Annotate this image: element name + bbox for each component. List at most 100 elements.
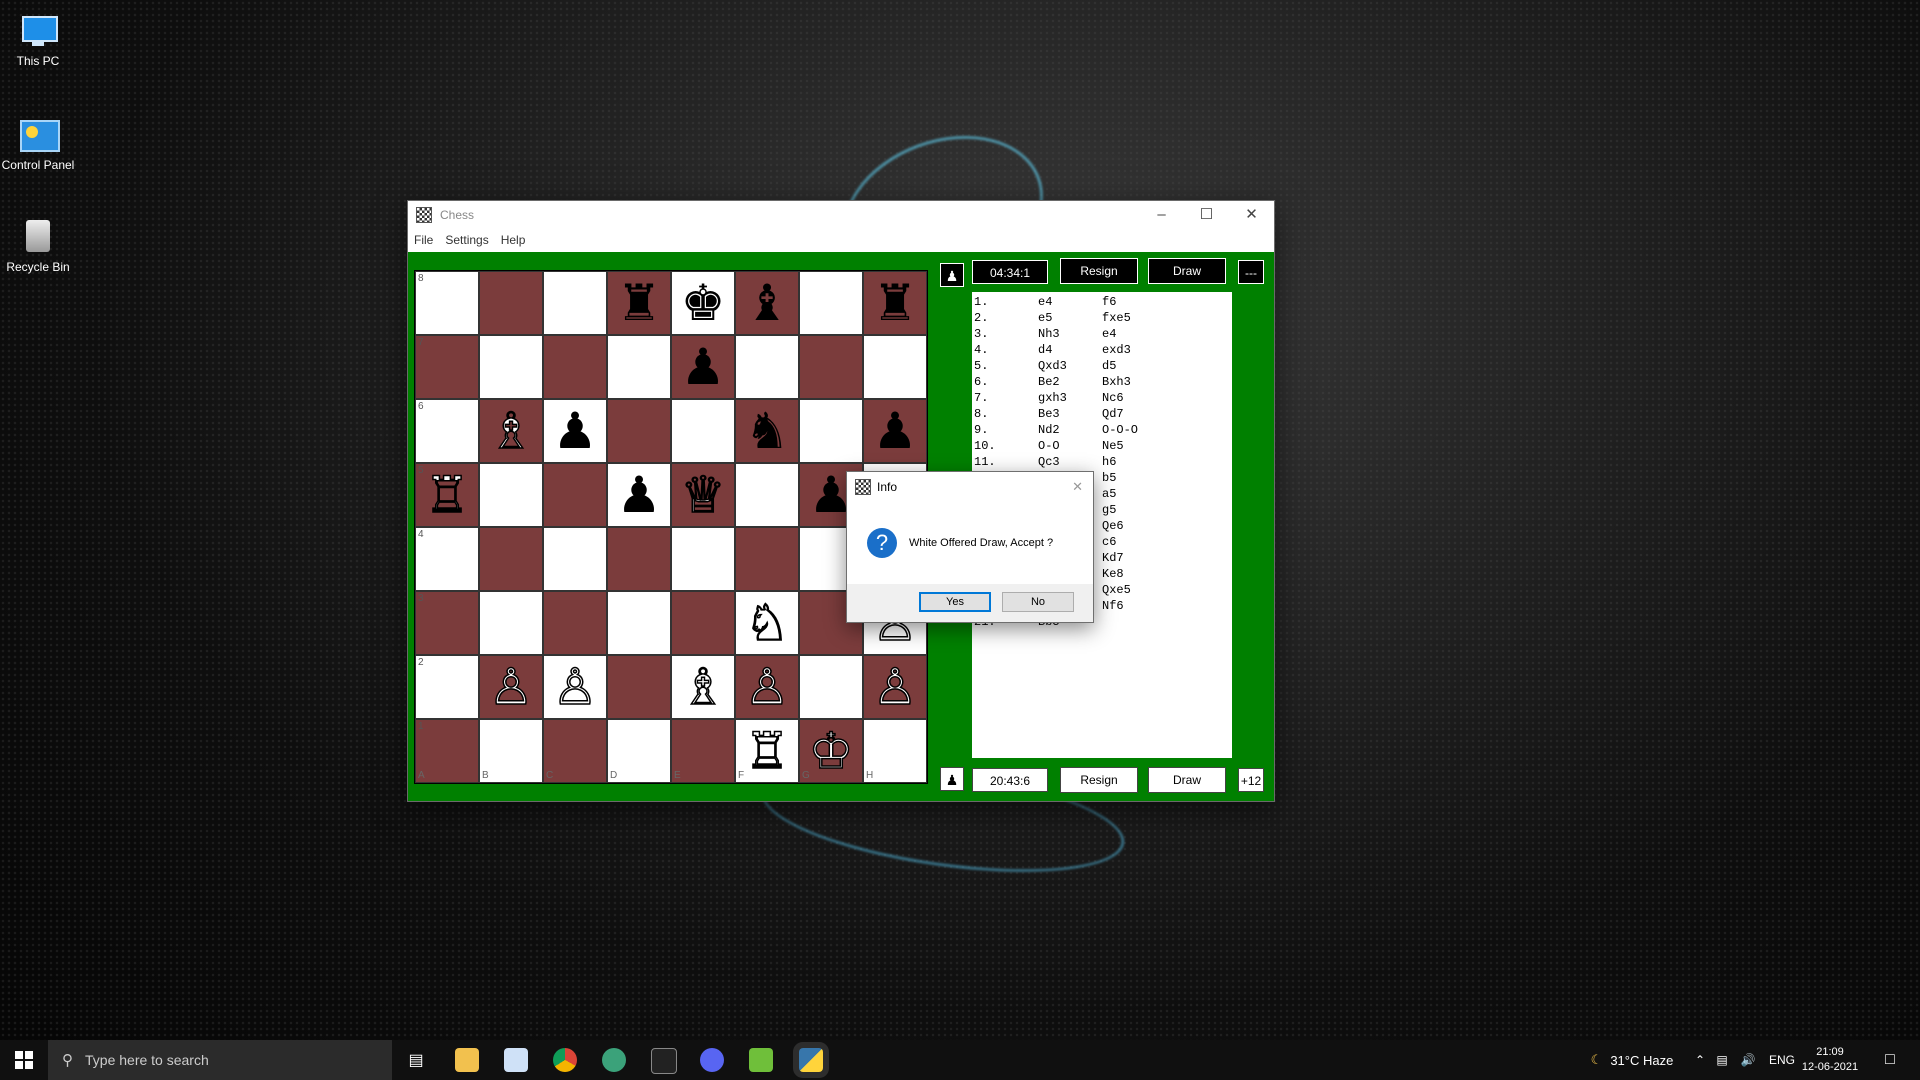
board-square[interactable] (543, 271, 607, 335)
weather-widget[interactable]: ☾ 31°C Haze (1580, 1040, 1684, 1080)
chess-piece[interactable]: ♙ (488, 658, 534, 716)
taskbar-search[interactable]: ⚲ Type here to search (48, 1040, 392, 1080)
board-square[interactable]: ♗ (671, 655, 735, 719)
chess-piece[interactable]: ♕ (680, 466, 726, 524)
board-square[interactable] (543, 463, 607, 527)
chess-piece[interactable]: ♜ (873, 275, 918, 331)
board-square[interactable] (799, 399, 863, 463)
chess-piece[interactable]: ♙ (744, 658, 790, 716)
board-square[interactable]: ♜ (863, 271, 927, 335)
board-square[interactable]: 8 (415, 271, 479, 335)
board-square[interactable]: ♙ (543, 655, 607, 719)
discord-icon[interactable] (700, 1048, 724, 1072)
notepad-icon[interactable] (504, 1048, 528, 1072)
bottom-resign-button[interactable]: Resign (1060, 767, 1138, 793)
board-square[interactable]: ♟ (863, 399, 927, 463)
board-square[interactable] (671, 527, 735, 591)
chess-piece[interactable]: ♟ (617, 467, 662, 523)
desktop-icon-control-panel[interactable]: Control Panel (0, 108, 76, 172)
board-square[interactable] (799, 335, 863, 399)
volume-icon[interactable]: 🔊 (1738, 1040, 1758, 1080)
chess-piece[interactable]: ♟ (553, 403, 598, 459)
title-bar[interactable]: Chess – ☐ ✕ (408, 201, 1274, 229)
board-square[interactable] (607, 591, 671, 655)
board-square[interactable] (479, 463, 543, 527)
board-square[interactable]: 5 ♖ (415, 463, 479, 527)
python-app-icon[interactable] (799, 1048, 823, 1072)
language-indicator[interactable]: ENG (1765, 1040, 1799, 1080)
board-square[interactable] (799, 655, 863, 719)
chrome-icon[interactable] (553, 1048, 577, 1072)
board-square[interactable] (479, 591, 543, 655)
board-square[interactable] (799, 271, 863, 335)
board-square[interactable]: ♗ (479, 399, 543, 463)
board-square[interactable]: 6 (415, 399, 479, 463)
board-square[interactable]: G ♔ (799, 719, 863, 783)
maximize-button[interactable]: ☐ (1184, 201, 1229, 229)
board-square[interactable]: ♘ (735, 591, 799, 655)
board-square[interactable] (543, 527, 607, 591)
board-square[interactable] (479, 335, 543, 399)
pycharm-icon[interactable] (602, 1048, 626, 1072)
board-square[interactable]: F ♖ (735, 719, 799, 783)
menu-file[interactable]: File (414, 233, 433, 247)
chess-piece[interactable]: ♙ (872, 658, 918, 716)
board-square[interactable]: 7 (415, 335, 479, 399)
network-icon[interactable]: ▤ (1712, 1040, 1732, 1080)
board-square[interactable] (479, 527, 543, 591)
clock[interactable]: 21:09 12-06-2021 (1800, 1040, 1860, 1080)
chess-piece[interactable]: ♖ (424, 466, 470, 524)
board-square[interactable]: ♝ (735, 271, 799, 335)
board-square[interactable]: 1A (415, 719, 479, 783)
board-square[interactable] (607, 527, 671, 591)
menu-settings[interactable]: Settings (445, 233, 488, 247)
top-draw-button[interactable]: Draw (1148, 258, 1226, 284)
chess-piece[interactable]: ♚ (681, 275, 726, 331)
board-square[interactable] (543, 335, 607, 399)
board-square[interactable] (543, 591, 607, 655)
chess-piece[interactable]: ♞ (745, 403, 790, 459)
terminal-icon[interactable] (651, 1048, 677, 1074)
board-square[interactable]: ♞ (735, 399, 799, 463)
board-square[interactable]: D (607, 719, 671, 783)
board-square[interactable]: H (863, 719, 927, 783)
board-square[interactable] (479, 271, 543, 335)
board-square[interactable]: ♟ (607, 463, 671, 527)
board-square[interactable]: ♜ (607, 271, 671, 335)
board-square[interactable] (607, 399, 671, 463)
board-square[interactable] (607, 335, 671, 399)
board-square[interactable] (671, 591, 735, 655)
board-square[interactable] (863, 335, 927, 399)
task-view-icon[interactable]: ▤ (404, 1040, 428, 1080)
board-square[interactable]: ♙ (735, 655, 799, 719)
board-square[interactable] (671, 399, 735, 463)
board-square[interactable]: ♙ (479, 655, 543, 719)
chess-piece[interactable]: ♙ (552, 658, 598, 716)
no-button[interactable]: No (1002, 592, 1074, 612)
dialog-close-icon[interactable]: ✕ (1072, 479, 1083, 495)
yes-button[interactable]: Yes (919, 592, 991, 612)
board-square[interactable]: B (479, 719, 543, 783)
file-explorer-icon[interactable] (455, 1048, 479, 1072)
chess-piece[interactable]: ♗ (488, 402, 534, 460)
board-square[interactable] (735, 335, 799, 399)
top-resign-button[interactable]: Resign (1060, 258, 1138, 284)
chess-piece[interactable]: ♟ (873, 403, 918, 459)
chess-piece[interactable]: ♔ (808, 722, 854, 780)
board-square[interactable]: C (543, 719, 607, 783)
board-square[interactable]: ♚ (671, 271, 735, 335)
board-square[interactable]: ♟ (543, 399, 607, 463)
board-square[interactable]: 2 (415, 655, 479, 719)
menu-help[interactable]: Help (501, 233, 526, 247)
chess-piece[interactable]: ♗ (680, 658, 726, 716)
board-square[interactable]: 4 (415, 527, 479, 591)
notification-icon[interactable]: □ (1870, 1040, 1910, 1080)
board-square[interactable]: ♙ (863, 655, 927, 719)
minimize-button[interactable]: – (1139, 201, 1184, 229)
desktop-icon-this-pc[interactable]: This PC (0, 4, 76, 68)
chess-piece[interactable]: ♟ (681, 339, 726, 395)
start-button[interactable] (0, 1040, 48, 1080)
desktop-icon-recycle-bin[interactable]: Recycle Bin (0, 210, 76, 274)
chess-piece[interactable]: ♘ (744, 594, 790, 652)
board-square[interactable]: ♟ (671, 335, 735, 399)
